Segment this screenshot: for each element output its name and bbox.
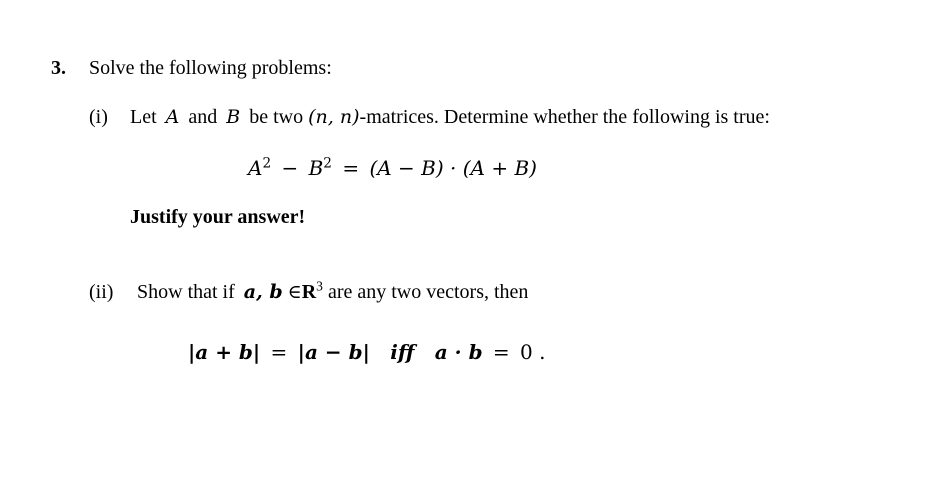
text-show: Show that if	[137, 281, 235, 303]
problem-number: 3.	[51, 57, 66, 79]
equation-ii: |a + b| = |a − b| iff a · b = 0 .	[188, 340, 546, 364]
problem-heading: Solve the following problems:	[89, 57, 332, 79]
part-i-statement: Let A and B be two (n, n)-matrices. Dete…	[130, 105, 770, 129]
eq-rhs: (A − B) · (A + B)	[369, 156, 537, 180]
matrix-dims: (n, n)	[308, 106, 360, 128]
text-rest: -matrices. Determine whether the followi…	[359, 106, 770, 128]
space-exponent: 3	[316, 278, 323, 294]
eq-lhs-a: A	[248, 156, 263, 180]
var-a: A	[165, 106, 180, 128]
eq-ii-rhs: |a − b|	[297, 340, 370, 364]
element-of: ∈	[287, 281, 302, 303]
justify-instruction: Justify your answer!	[130, 206, 306, 228]
eq-minus: −	[281, 156, 299, 180]
eq-ii-iff: iff	[390, 340, 415, 364]
vectors-ab: a, b	[243, 281, 283, 303]
eq-ii-equals: =	[270, 340, 288, 364]
text-and: and	[188, 106, 218, 128]
text-be-two: be two	[249, 106, 304, 128]
eq-equals: =	[342, 156, 360, 180]
part-i-label: (i)	[89, 106, 108, 128]
space-r: R	[301, 281, 317, 303]
eq-ii-zero: 0	[520, 340, 533, 364]
eq-lhs-b-exponent: 2	[323, 155, 332, 172]
equation-i: A2 − B2 = (A − B) · (A + B)	[248, 156, 537, 180]
eq-ii-period: .	[539, 340, 546, 364]
eq-lhs-b: B	[308, 156, 324, 180]
part-ii-label: (ii)	[89, 281, 114, 303]
eq-ii-cond-equals: =	[492, 340, 510, 364]
eq-lhs-a-exponent: 2	[262, 155, 272, 172]
eq-ii-condition: a · b	[434, 340, 483, 364]
text-let: Let	[130, 106, 157, 128]
var-b: B	[226, 106, 241, 128]
text-rest: are any two vectors, then	[327, 281, 529, 303]
eq-ii-lhs: |a + b|	[188, 340, 261, 364]
part-ii-statement: Show that if a, b ∈R3 are any two vector…	[137, 278, 529, 304]
